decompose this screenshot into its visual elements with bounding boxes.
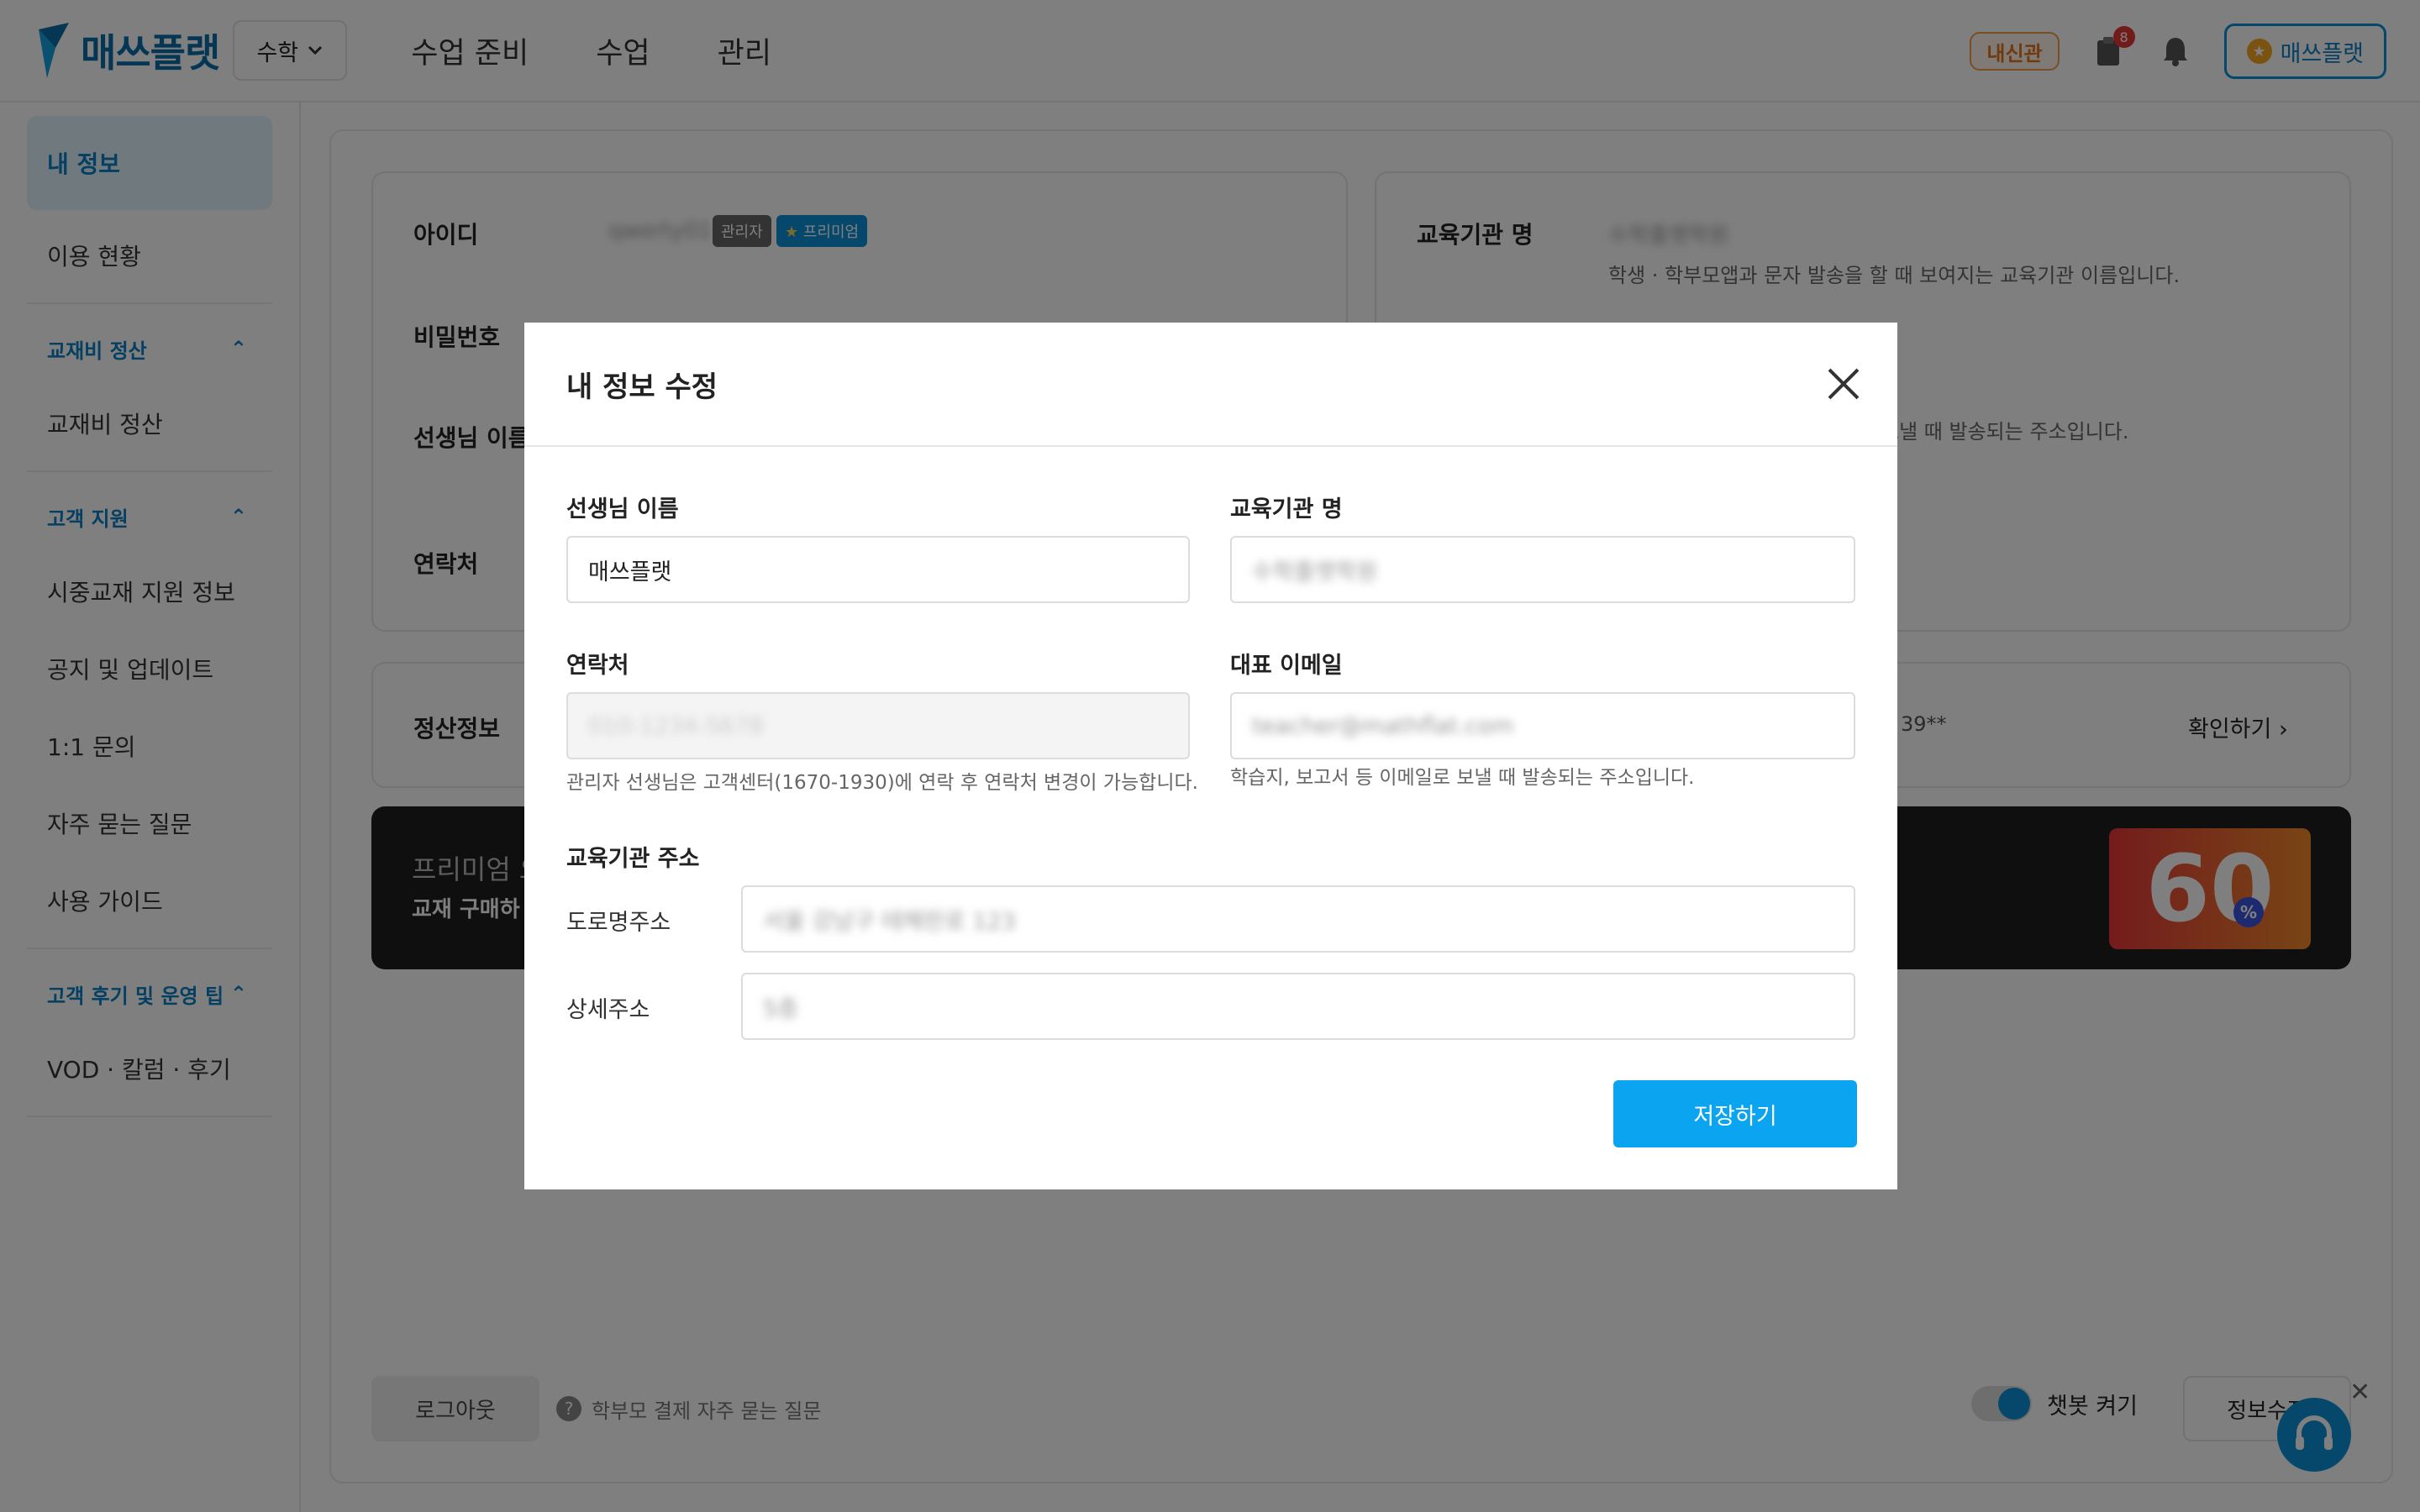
institution-name-input[interactable]: 수학플랫학원 (1230, 536, 1855, 603)
contact-value: 010-1234-5678 (588, 712, 764, 739)
address-label: 교육기관 주소 (566, 846, 700, 872)
close-icon[interactable] (1827, 367, 1860, 401)
contact-label: 연락처 (566, 653, 629, 679)
contact-hint: 관리자 선생님은 고객센터(1670-1930)에 연락 후 연락처 변경이 가… (566, 772, 1198, 794)
detail-address-input[interactable]: 5층 (741, 973, 1855, 1040)
road-address-value: 서울 강남구 테헤란로 123 (763, 908, 1016, 935)
email-input[interactable]: teacher@mathflat.com (1230, 692, 1855, 759)
road-address-label: 도로명주소 (566, 910, 671, 936)
teacher-name-label: 선생님 이름 (566, 496, 679, 522)
contact-input: 010-1234-5678 (566, 692, 1190, 759)
detail-address-value: 5층 (763, 995, 799, 1022)
save-button[interactable]: 저장하기 (1613, 1080, 1857, 1147)
modal-header: 내 정보 수정 (524, 323, 1897, 447)
road-address-input[interactable]: 서울 강남구 테헤란로 123 (741, 885, 1855, 953)
email-value: teacher@mathflat.com (1252, 712, 1514, 739)
email-hint: 학습지, 보고서 등 이메일로 보낼 때 발송되는 주소입니다. (1230, 767, 1695, 789)
institution-value: 수학플랫학원 (1252, 559, 1378, 585)
edit-info-modal: 내 정보 수정 선생님 이름 매쓰플랫 교육기관 명 수학플랫학원 연락처 01… (524, 323, 1897, 1189)
institution-label: 교육기관 명 (1230, 496, 1343, 522)
detail-address-label: 상세주소 (566, 997, 650, 1023)
email-label: 대표 이메일 (1230, 653, 1343, 679)
teacher-name-input[interactable]: 매쓰플랫 (566, 536, 1190, 603)
modal-title: 내 정보 수정 (566, 370, 718, 404)
